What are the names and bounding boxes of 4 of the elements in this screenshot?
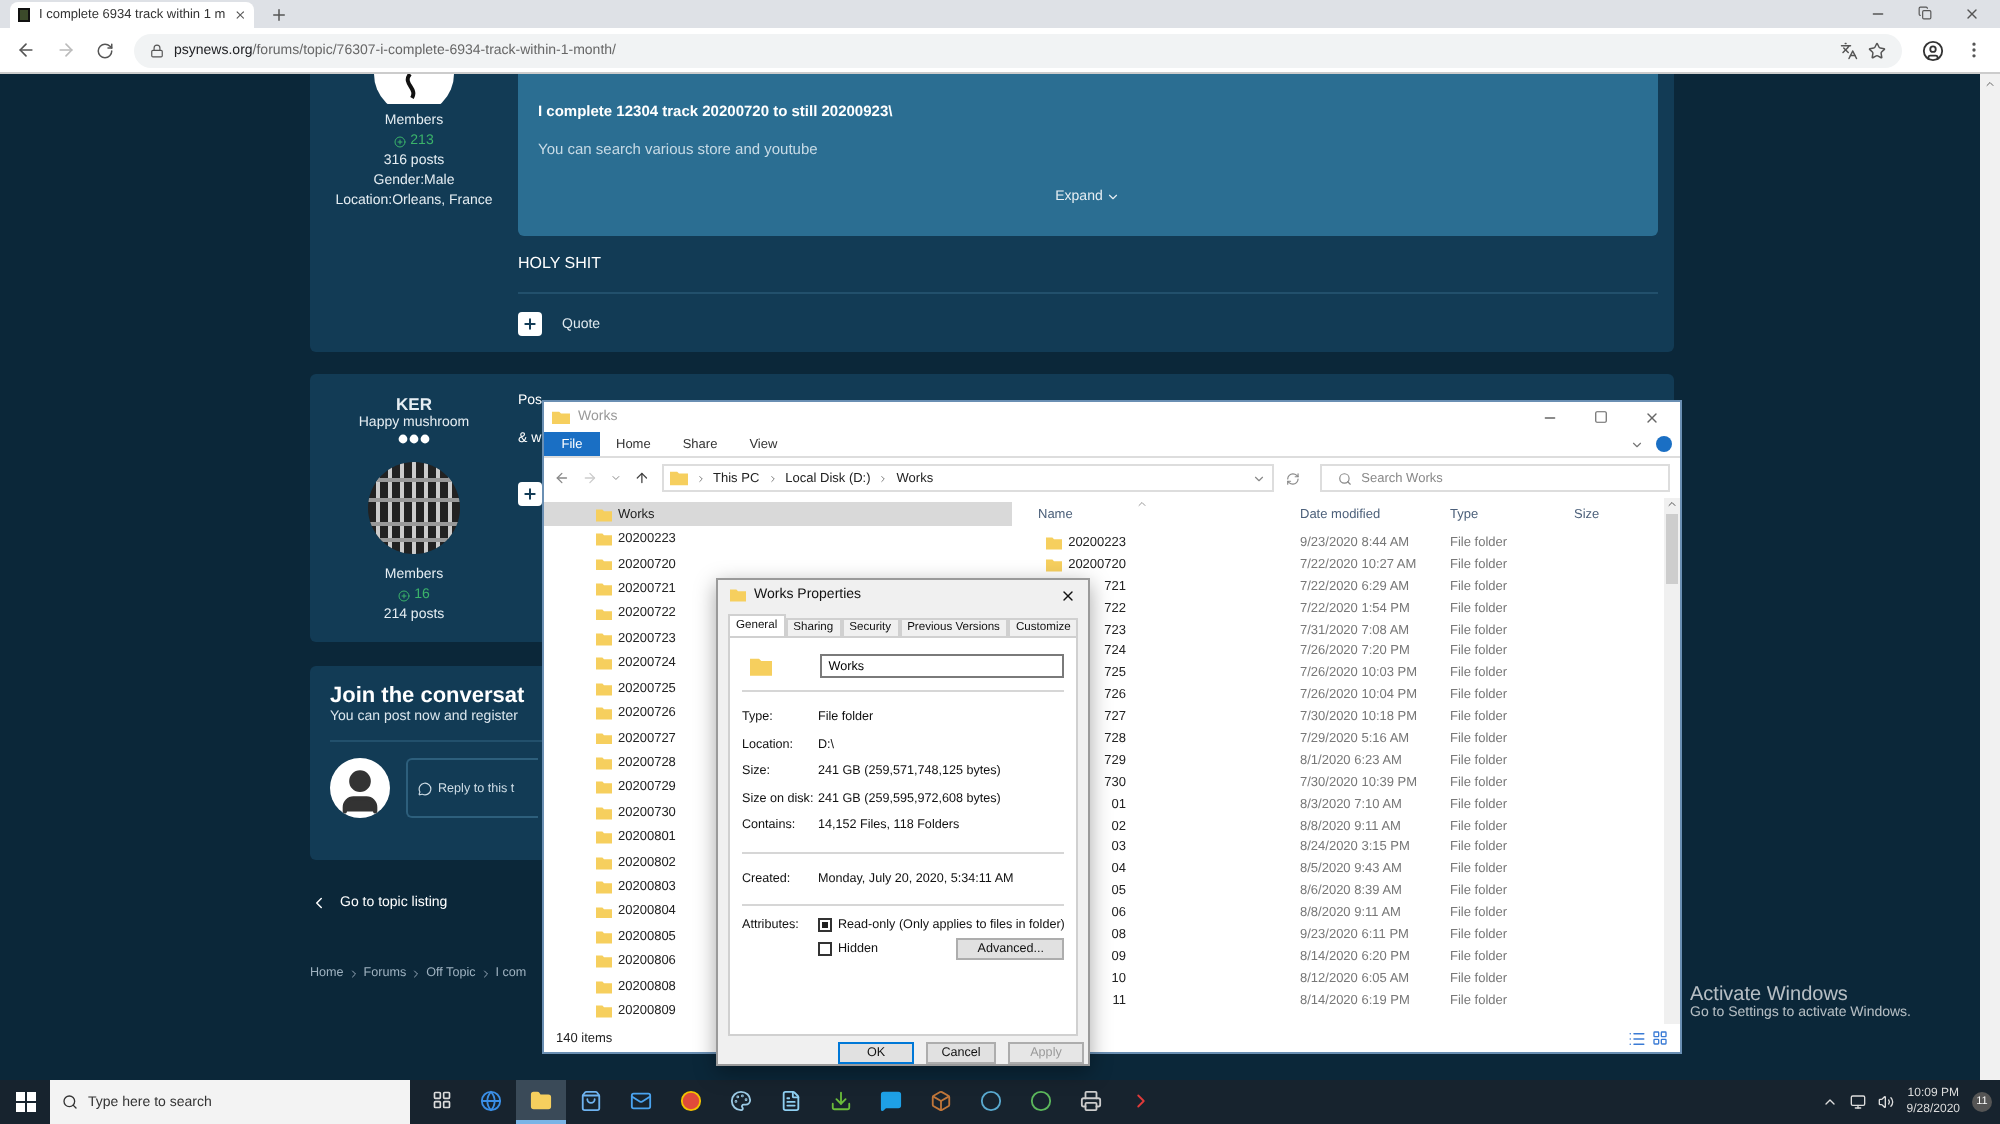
- author-name: KER: [396, 394, 432, 414]
- activation-title: Activate Windows: [1690, 984, 1850, 1006]
- post-body: HOLY SHIT: [518, 254, 603, 272]
- join-heading: Join the conversat: [330, 684, 525, 708]
